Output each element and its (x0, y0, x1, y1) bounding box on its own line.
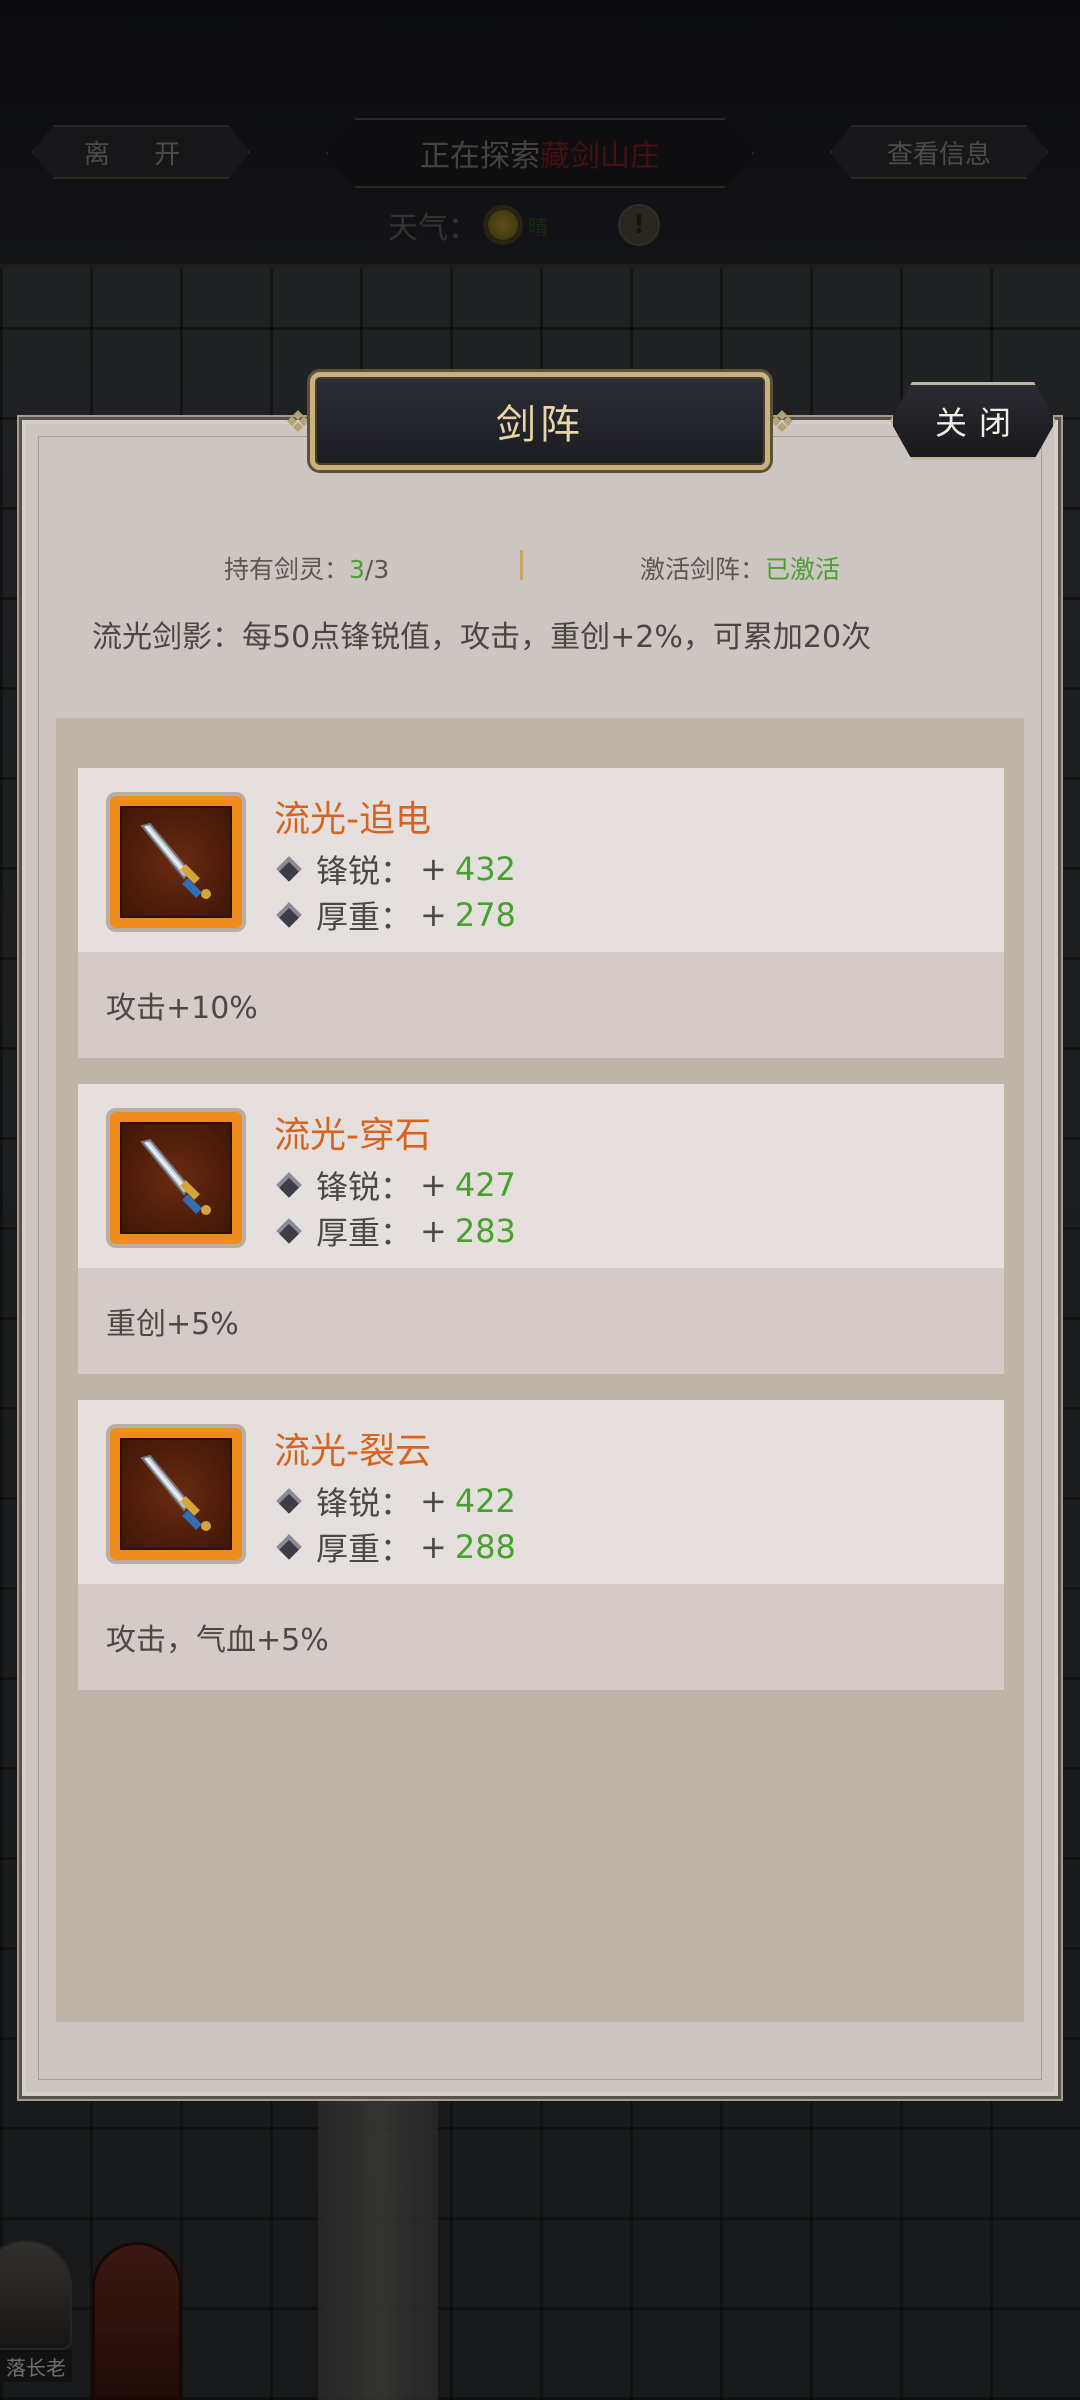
active-sword-array: 激活剑阵：已激活 (640, 550, 840, 586)
sword-name: 流光-穿石 (274, 1115, 431, 1156)
weight-label: 厚重： (316, 1214, 413, 1252)
sword-bonus: 攻击+10% (78, 952, 1004, 1058)
sharpness-row: 锋锐： +427 (274, 1162, 516, 1208)
weight-value: 283 (454, 1212, 516, 1250)
weight-row: 厚重： +278 (274, 892, 516, 938)
weight-value: 278 (454, 896, 516, 934)
diamond-icon (276, 1534, 302, 1560)
sword-bonus: 重创+5% (78, 1268, 1004, 1374)
weight-row: 厚重： +283 (274, 1208, 516, 1254)
held-current: 3 (349, 555, 365, 584)
active-label: 激活剑阵： (640, 555, 766, 584)
sword-item-frame[interactable] (106, 792, 246, 932)
sharpness-value: 422 (454, 1482, 516, 1520)
active-value: 已激活 (765, 555, 841, 584)
sharpness-label: 锋锐： (316, 1168, 413, 1206)
held-sword-spirits: 持有剑灵：3/3 (224, 550, 389, 586)
sharpness-sign: + (420, 1166, 447, 1204)
weight-sign: + (420, 1528, 447, 1566)
close-button[interactable]: 关闭 (890, 382, 1056, 460)
list-item[interactable]: 流光-穿石 锋锐： +427 厚重： +283 重创+5% (78, 1084, 1004, 1374)
diamond-icon (276, 856, 302, 882)
weight-value: 288 (454, 1528, 516, 1566)
sword-item-frame[interactable] (106, 1108, 246, 1248)
card-header: 流光-裂云 锋锐： +422 厚重： +288 (78, 1400, 1004, 1584)
held-total: /3 (364, 555, 390, 584)
array-effect-text: 流光剑影：每50点锋锐值，攻击，重创+2%，可累加20次 (92, 620, 872, 655)
sword-spirit-list: 流光-追电 锋锐： +432 厚重： +278 攻击+10% 流光-穿石 锋锐：… (56, 718, 1024, 2022)
sharpness-row: 锋锐： +432 (274, 846, 516, 892)
card-header: 流光-追电 锋锐： +432 厚重： +278 (78, 768, 1004, 952)
sharpness-value: 432 (454, 850, 516, 888)
list-item[interactable]: 流光-裂云 锋锐： +422 厚重： +288 攻击，气血+5% (78, 1400, 1004, 1690)
sword-icon (140, 822, 211, 899)
panel-title: 剑阵 (310, 372, 770, 470)
card-header: 流光-穿石 锋锐： +427 厚重： +283 (78, 1084, 1004, 1268)
weight-row: 厚重： +288 (274, 1524, 516, 1570)
held-label: 持有剑灵： (224, 555, 350, 584)
sword-item-frame[interactable] (106, 1424, 246, 1564)
sharpness-sign: + (420, 850, 447, 888)
sword-icon (140, 1138, 211, 1215)
diamond-icon (276, 1172, 302, 1198)
diamond-icon (276, 1218, 302, 1244)
weight-label: 厚重： (316, 898, 413, 936)
weight-label: 厚重： (316, 1530, 413, 1568)
stat-row: 持有剑灵：3/3 激活剑阵：已激活 (22, 550, 1058, 584)
weight-sign: + (420, 896, 447, 934)
sword-bonus: 攻击，气血+5% (78, 1584, 1004, 1690)
list-item[interactable]: 流光-追电 锋锐： +432 厚重： +278 攻击+10% (78, 768, 1004, 1058)
sharpness-row: 锋锐： +422 (274, 1478, 516, 1524)
diamond-icon (276, 1488, 302, 1514)
sharpness-sign: + (420, 1482, 447, 1520)
sharpness-label: 锋锐： (316, 1484, 413, 1522)
sharpness-label: 锋锐： (316, 852, 413, 890)
sword-name: 流光-裂云 (274, 1431, 431, 1472)
sword-name: 流光-追电 (274, 799, 431, 840)
stat-divider (520, 550, 523, 580)
diamond-icon (276, 902, 302, 928)
sharpness-value: 427 (454, 1166, 516, 1204)
sword-icon (140, 1454, 211, 1531)
weight-sign: + (420, 1212, 447, 1250)
